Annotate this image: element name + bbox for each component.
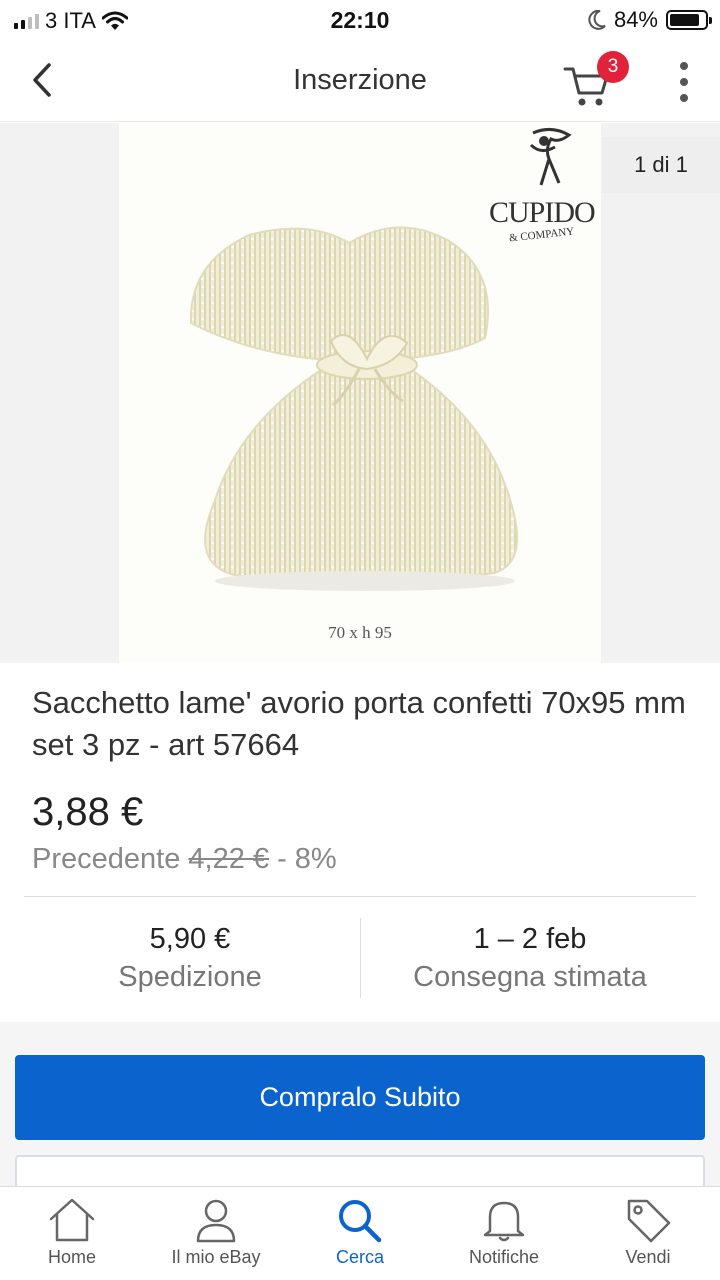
tab-home[interactable]: Home [0, 1187, 144, 1280]
home-icon [49, 1198, 95, 1242]
tab-notifications[interactable]: Notifiche [432, 1187, 576, 1280]
discount-percent: - 8% [277, 843, 337, 875]
image-counter: 1 di 1 [602, 137, 720, 193]
cart-count-badge: 3 [597, 51, 629, 83]
cart-button[interactable]: 3 [562, 51, 629, 110]
tab-label: Vendi [625, 1247, 671, 1267]
shipping-cost-block: 5,90 € Spedizione [20, 920, 360, 996]
delivery-label: Consegna stimata [413, 961, 647, 993]
tab-label: Il mio eBay [171, 1247, 261, 1267]
product-price: 3,88 € [32, 790, 144, 834]
previous-price: 4,22 € [188, 843, 270, 875]
status-right: 84% [588, 7, 712, 33]
tab-label: Notifiche [468, 1247, 540, 1267]
product-image[interactable]: CUPIDO & COMPANY 70 x h 95 [119, 123, 601, 663]
user-icon [196, 1199, 236, 1243]
tab-search[interactable]: Cerca [288, 1187, 432, 1280]
previous-price-row: Precedente 4,22 € - 8% [32, 843, 337, 876]
moon-icon [588, 10, 606, 30]
image-caption: 70 x h 95 [328, 623, 392, 642]
product-title: Sacchetto lame' avorio porta confetti 70… [32, 685, 686, 762]
tag-icon [627, 1199, 671, 1243]
buy-now-button[interactable]: Compralo Subito [15, 1055, 705, 1140]
tab-label: Home [47, 1247, 96, 1267]
bell-icon [483, 1201, 525, 1242]
brand-name: CUPIDO [489, 196, 596, 229]
cupid-figure-icon [529, 128, 572, 186]
dot [680, 78, 688, 86]
battery-percent: 84% [613, 7, 658, 32]
tab-label: Cerca [335, 1247, 384, 1267]
battery-fill [670, 14, 699, 26]
search-icon [339, 1200, 382, 1243]
shipping-cost: 5,90 € [149, 923, 231, 955]
tab-my-ebay[interactable]: Il mio eBay [144, 1187, 288, 1280]
divider [24, 896, 696, 897]
shipping-cost-label: Spedizione [118, 961, 262, 993]
delivery-block: 1 – 2 feb Consegna stimata [360, 920, 700, 996]
dot [680, 94, 688, 102]
image-gallery[interactable]: CUPIDO & COMPANY 70 x h 95 1 di 1 [0, 123, 720, 663]
more-options-button[interactable] [674, 62, 694, 102]
previous-price-label: Precedente [32, 843, 181, 875]
brand-logo: CUPIDO & COMPANY [481, 123, 601, 253]
tab-bar: Home Il mio eBay Cerca Notifiche Vendi [0, 1186, 720, 1280]
tab-sell[interactable]: Vendi [576, 1187, 720, 1280]
delivery-date: 1 – 2 feb [473, 923, 587, 955]
dot [680, 62, 688, 70]
nav-bar: Inserzione 3 [0, 40, 720, 122]
status-bar: 3 ITA 22:10 84% [0, 0, 720, 40]
battery-icon [666, 10, 712, 30]
